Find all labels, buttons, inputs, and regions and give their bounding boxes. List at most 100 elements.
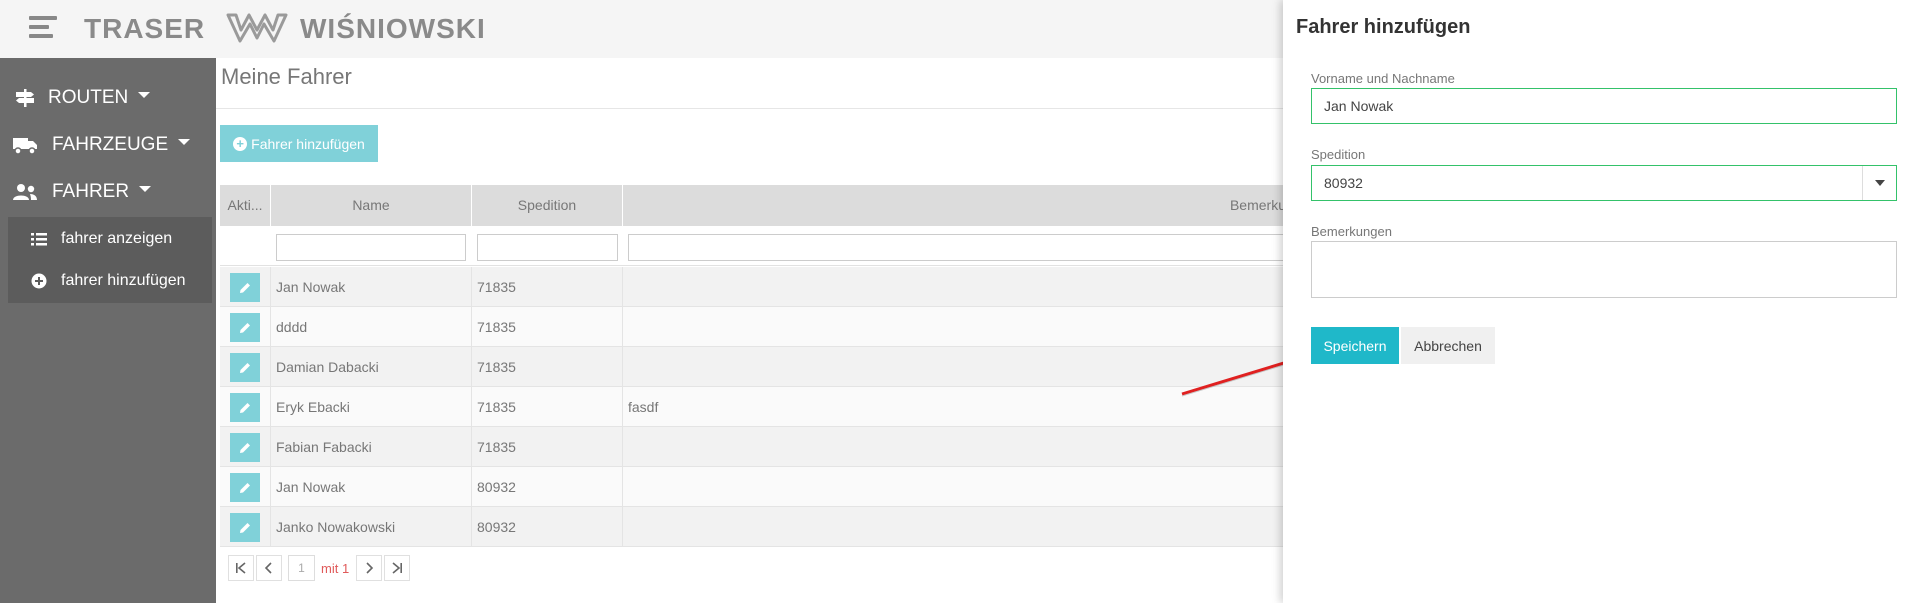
name-cell: Jan Nowak xyxy=(271,267,472,307)
cancel-button[interactable]: Abbrechen xyxy=(1401,327,1495,364)
edit-button[interactable] xyxy=(230,433,260,462)
sidebar-item-label: ROUTEN xyxy=(48,87,129,108)
edit-button[interactable] xyxy=(230,473,260,502)
name-cell: Eryk Ebacki xyxy=(271,387,472,427)
actions-cell xyxy=(220,307,271,347)
page-title: Meine Fahrer xyxy=(221,64,352,89)
plus-circle-icon: + xyxy=(233,136,248,151)
spedition-value: 80932 xyxy=(1324,175,1363,191)
actions-cell xyxy=(220,267,271,307)
pencil-icon xyxy=(240,442,250,453)
sidebar-subitem-label: fahrer anzeigen xyxy=(61,230,173,247)
edit-button[interactable] xyxy=(230,393,260,422)
signpost-icon xyxy=(12,85,38,111)
page-number-input[interactable]: 1 xyxy=(288,555,315,581)
actions-cell xyxy=(220,427,271,467)
first-page-icon xyxy=(236,562,246,574)
bemerkungen-cell xyxy=(623,507,1286,547)
caret-down-icon xyxy=(178,138,191,145)
sidebar-item-label: FAHRER xyxy=(52,181,130,202)
column-header-name[interactable]: Name xyxy=(271,185,472,226)
pencil-icon xyxy=(240,362,250,373)
pagination: 1 mit 1 xyxy=(228,555,412,581)
column-header-spedition[interactable]: Spedition xyxy=(472,185,623,226)
notes-label: Bemerkungen xyxy=(1311,224,1392,239)
name-cell: Janko Nowakowski xyxy=(271,507,472,547)
dropdown-arrow-icon[interactable] xyxy=(1862,166,1896,200)
users-icon xyxy=(12,179,38,205)
sidebar-subitem-fahrer-hinzufuegen[interactable]: fahrer hinzufügen xyxy=(8,261,212,301)
bemerkungen-filter-input[interactable] xyxy=(628,234,1288,261)
spedition-cell: 80932 xyxy=(472,507,623,547)
spedition-select[interactable]: 80932 xyxy=(1311,165,1897,201)
chevron-right-icon xyxy=(366,562,374,574)
name-filter-input[interactable] xyxy=(276,234,466,261)
pencil-icon xyxy=(240,482,250,493)
brand-wisniowski: WIŚNIOWSKI xyxy=(300,13,486,44)
edit-button[interactable] xyxy=(230,313,260,342)
caret-down-icon xyxy=(138,91,151,98)
actions-cell xyxy=(220,387,271,427)
bemerkungen-cell xyxy=(623,467,1286,507)
sidebar-subitem-fahrer-anzeigen[interactable]: fahrer anzeigen xyxy=(8,219,212,259)
first-page-button[interactable] xyxy=(228,555,254,581)
table-row: Fabian Fabacki 71835 xyxy=(220,427,1286,467)
column-header-actions[interactable]: Akti... xyxy=(220,185,271,226)
bemerkungen-cell xyxy=(623,427,1286,467)
chevron-left-icon xyxy=(264,562,272,574)
actions-cell xyxy=(220,507,271,547)
table-row: Jan Nowak 80932 xyxy=(220,467,1286,507)
notes-textarea[interactable] xyxy=(1311,241,1897,298)
sidebar-item-routen[interactable]: ROUTEN xyxy=(0,78,216,118)
sidebar: ROUTEN FAHRZEUGE FAHRER fahrer anzeigen … xyxy=(0,58,216,603)
edit-button[interactable] xyxy=(230,353,260,382)
actions-cell xyxy=(220,347,271,387)
save-button[interactable]: Speichern xyxy=(1311,327,1399,364)
pencil-icon xyxy=(240,282,250,293)
wisniowski-logo-icon xyxy=(226,13,288,43)
edit-button[interactable] xyxy=(230,273,260,302)
sidebar-item-fahrer[interactable]: FAHRER xyxy=(0,172,216,212)
pencil-icon xyxy=(240,402,250,413)
actions-cell xyxy=(220,467,271,507)
spedition-cell: 71835 xyxy=(472,267,623,307)
plus-circle-icon xyxy=(30,272,48,290)
bemerkungen-cell xyxy=(623,267,1286,307)
spedition-cell: 80932 xyxy=(472,467,623,507)
spedition-label: Spedition xyxy=(1311,147,1366,162)
caret-down-icon xyxy=(139,185,152,192)
spedition-cell: 71835 xyxy=(472,307,623,347)
spedition-filter-input[interactable] xyxy=(477,234,618,261)
next-page-button[interactable] xyxy=(356,555,383,581)
name-label: Vorname und Nachname xyxy=(1311,71,1455,86)
brand-traser: TRASER xyxy=(84,13,206,44)
list-icon xyxy=(30,230,48,248)
edit-button[interactable] xyxy=(230,513,260,542)
spedition-cell: 71835 xyxy=(472,387,623,427)
add-driver-button[interactable]: + Fahrer hinzufügen xyxy=(220,125,378,162)
last-page-button[interactable] xyxy=(384,555,411,581)
sidebar-item-fahrzeuge[interactable]: FAHRZEUGE xyxy=(0,125,216,165)
sidebar-item-label: FAHRZEUGE xyxy=(52,134,169,155)
name-cell: Fabian Fabacki xyxy=(271,427,472,467)
hamburger-menu-icon[interactable] xyxy=(29,16,57,40)
page-count-text: mit 1 xyxy=(321,560,350,576)
table-row: Damian Dabacki 71835 xyxy=(220,347,1286,387)
table-row: Eryk Ebacki 71835 fasdf xyxy=(220,387,1286,427)
prev-page-button[interactable] xyxy=(256,555,282,581)
name-cell: Damian Dabacki xyxy=(271,347,472,387)
pencil-icon xyxy=(240,322,250,333)
pencil-icon xyxy=(240,522,250,533)
divider xyxy=(216,108,1286,109)
column-header-bemerkungen[interactable]: Bemerku xyxy=(623,185,1286,226)
name-input[interactable]: Jan Nowak xyxy=(1311,88,1897,124)
table-row: Janko Nowakowski 80932 xyxy=(220,507,1286,547)
table-row: dddd 71835 xyxy=(220,307,1286,347)
filter-row xyxy=(220,226,1288,266)
name-cell: dddd xyxy=(271,307,472,347)
name-cell: Jan Nowak xyxy=(271,467,472,507)
sidebar-subitem-label: fahrer hinzufügen xyxy=(61,272,186,289)
table-row: Jan Nowak 71835 xyxy=(220,267,1286,307)
panel-title: Fahrer hinzufügen xyxy=(1296,16,1471,38)
spedition-cell: 71835 xyxy=(472,347,623,387)
